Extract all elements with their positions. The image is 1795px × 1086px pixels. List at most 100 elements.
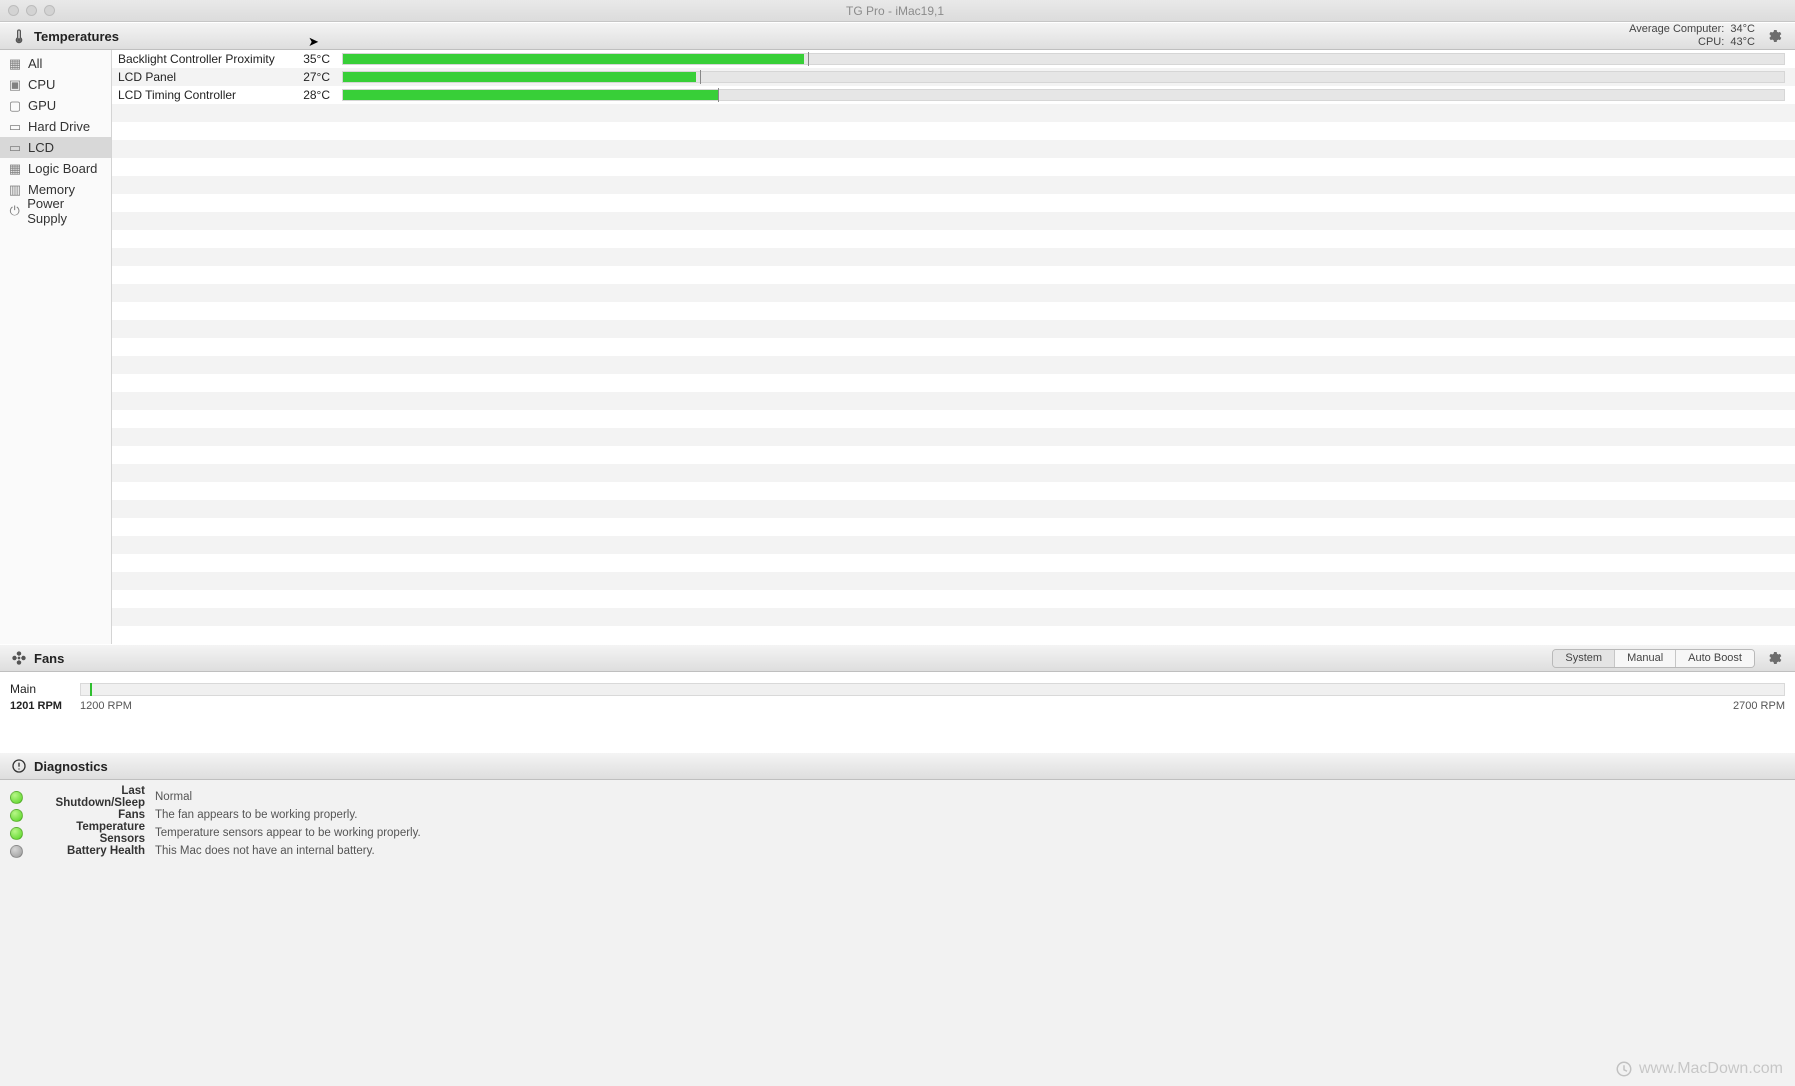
category-icon: ▦ — [8, 57, 22, 71]
info-icon — [10, 758, 28, 774]
fan-slider[interactable] — [80, 683, 1785, 696]
fan-current-rpm: 1201 RPM — [10, 700, 80, 712]
thermometer-icon — [10, 28, 28, 44]
category-icon: ▢ — [8, 99, 22, 113]
sensor-name: LCD Timing Controller — [112, 88, 292, 102]
diagnostics-title: Diagnostics — [34, 759, 108, 774]
fan-name: Main — [10, 682, 80, 696]
empty-row — [112, 302, 1795, 320]
empty-row — [112, 626, 1795, 644]
sensor-bar-marker — [808, 52, 809, 66]
sensor-row[interactable]: LCD Timing Controller28°C — [112, 86, 1795, 104]
sensor-bar-marker — [700, 70, 701, 84]
sensor-temp: 27°C — [292, 70, 342, 84]
category-icon: ▦ — [8, 162, 22, 176]
empty-row — [112, 248, 1795, 266]
empty-row — [112, 428, 1795, 446]
category-sidebar: ▦ All ▣CPU ▢ GPU ▭ Hard Drive ▭LCD ▦ Logic Board ▥… — [0, 50, 112, 644]
empty-row — [112, 446, 1795, 464]
empty-row — [112, 410, 1795, 428]
temperatures-settings-button[interactable] — [1763, 25, 1785, 47]
empty-row — [112, 104, 1795, 122]
sidebar-item-label: Logic Board — [28, 161, 97, 176]
sidebar-item-hard-drive[interactable]: ▭ Hard Drive — [0, 116, 111, 137]
fans-settings-button[interactable] — [1763, 647, 1785, 669]
empty-row — [112, 158, 1795, 176]
fans-header: Fans SystemManualAuto Boost — [0, 644, 1795, 672]
fan-mode-system[interactable]: System — [1553, 650, 1615, 667]
empty-row — [112, 176, 1795, 194]
empty-row — [112, 212, 1795, 230]
empty-row — [112, 140, 1795, 158]
sidebar-item-lcd[interactable]: ▭LCD — [0, 137, 111, 158]
fan-max-rpm: 2700 RPM — [1733, 700, 1785, 712]
category-icon: ▥ — [8, 183, 22, 197]
sensor-bar-fill — [343, 90, 718, 100]
diagnostic-value: Normal — [155, 791, 192, 803]
diagnostic-label: Temperature Sensors — [37, 821, 155, 845]
close-icon[interactable] — [8, 5, 19, 16]
fan-icon — [10, 650, 28, 666]
empty-row — [112, 356, 1795, 374]
sensor-bar — [342, 53, 1785, 65]
sidebar-item-label: LCD — [28, 140, 54, 155]
status-dot-icon — [10, 809, 23, 822]
diagnostic-value: This Mac does not have an internal batte… — [155, 845, 375, 857]
sidebar-item-all[interactable]: ▦ All — [0, 53, 111, 74]
fan-min-rpm: 1200 RPM — [80, 700, 180, 712]
minimize-icon[interactable] — [26, 5, 37, 16]
fan-mode-auto-boost[interactable]: Auto Boost — [1676, 650, 1754, 667]
empty-row — [112, 536, 1795, 554]
sensor-name: Backlight Controller Proximity — [112, 52, 292, 66]
diagnostic-label: Battery Health — [37, 845, 155, 857]
empty-row — [112, 374, 1795, 392]
zoom-icon[interactable] — [44, 5, 55, 16]
status-dot-icon — [10, 827, 23, 840]
sidebar-item-logic-board[interactable]: ▦ Logic Board — [0, 158, 111, 179]
diagnostic-row: Battery HealthThis Mac does not have an … — [10, 842, 1785, 860]
sensor-bar — [342, 89, 1785, 101]
sensor-bar-marker — [718, 88, 719, 102]
fan-mode-segmented[interactable]: SystemManualAuto Boost — [1552, 649, 1755, 668]
empty-row — [112, 284, 1795, 302]
diagnostic-label: Last Shutdown/Sleep — [37, 785, 155, 809]
fan-position-indicator — [90, 683, 92, 696]
sensor-list: Backlight Controller Proximity35°CLCD Pa… — [112, 50, 1795, 644]
empty-row — [112, 554, 1795, 572]
empty-row — [112, 122, 1795, 140]
diagnostic-row: Last Shutdown/SleepNormal — [10, 788, 1785, 806]
category-icon: ⏻ — [8, 204, 21, 218]
empty-row — [112, 482, 1795, 500]
empty-row — [112, 590, 1795, 608]
status-dot-icon — [10, 791, 23, 804]
sidebar-item-label: GPU — [28, 98, 56, 113]
sidebar-item-gpu[interactable]: ▢ GPU — [0, 95, 111, 116]
diagnostic-label: Fans — [37, 809, 155, 821]
empty-row — [112, 392, 1795, 410]
sensor-row[interactable]: LCD Panel27°C — [112, 68, 1795, 86]
sensor-row[interactable]: Backlight Controller Proximity35°C — [112, 50, 1795, 68]
diagnostics-header: Diagnostics — [0, 752, 1795, 780]
traffic-lights[interactable] — [8, 5, 55, 16]
empty-row — [112, 572, 1795, 590]
fan-mode-manual[interactable]: Manual — [1615, 650, 1676, 667]
empty-row — [112, 518, 1795, 536]
diagnostics-panel: Last Shutdown/SleepNormalFansThe fan app… — [0, 780, 1795, 868]
sensor-bar-fill — [343, 72, 696, 82]
sidebar-item-power-supply[interactable]: ⏻Power Supply — [0, 200, 111, 221]
window-titlebar: TG Pro - iMac19,1 — [0, 0, 1795, 22]
temperatures-panel: ▦ All ▣CPU ▢ GPU ▭ Hard Drive ▭LCD ▦ Logic Board ▥… — [0, 50, 1795, 644]
empty-row — [112, 320, 1795, 338]
sensor-temp: 28°C — [292, 88, 342, 102]
sensor-bar — [342, 71, 1785, 83]
average-readout: Average Computer: 34°C CPU: 43°C — [1629, 23, 1755, 49]
sidebar-item-label: CPU — [28, 77, 55, 92]
fans-title: Fans — [34, 651, 64, 666]
temperatures-title: Temperatures — [34, 29, 119, 44]
sidebar-item-label: All — [28, 56, 42, 71]
sidebar-item-cpu[interactable]: ▣CPU — [0, 74, 111, 95]
sensor-bar-fill — [343, 54, 804, 64]
fans-panel: Main 1201 RPM 1200 RPM 2700 RPM — [0, 672, 1795, 752]
sidebar-item-label: Hard Drive — [28, 119, 90, 134]
category-icon: ▭ — [8, 120, 22, 134]
